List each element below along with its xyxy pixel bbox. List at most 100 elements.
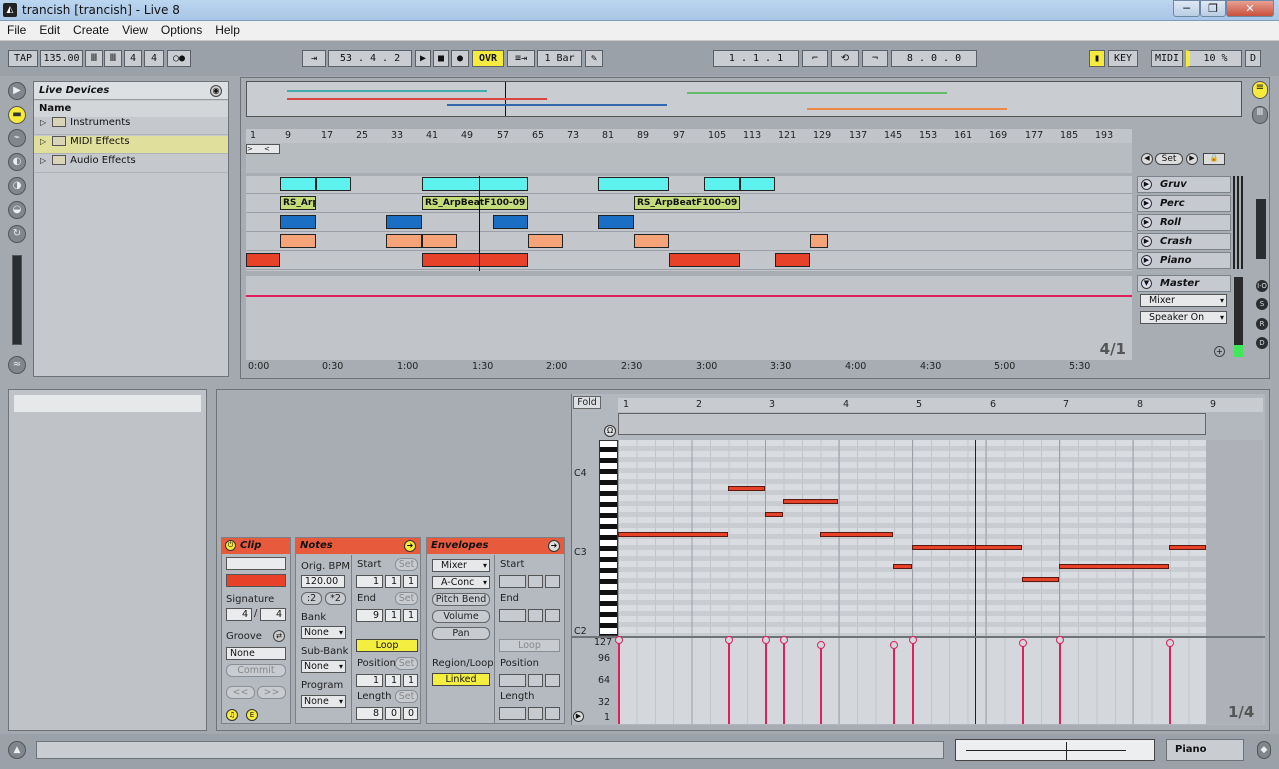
velocity-stem[interactable] bbox=[725, 636, 733, 724]
menu-view[interactable]: View bbox=[115, 21, 154, 37]
midi-note[interactable] bbox=[618, 532, 728, 537]
beat-time-ruler[interactable]: 1 9 17 25 33 41 49 57 65 73 81 89 97 105… bbox=[246, 129, 1132, 143]
clip-sig-numerator[interactable]: 4 bbox=[226, 608, 252, 621]
clip[interactable] bbox=[493, 215, 528, 229]
arrangement-overview[interactable] bbox=[246, 81, 1242, 117]
signature-numerator[interactable]: 4 bbox=[124, 50, 142, 67]
selected-track-indicator[interactable]: Piano bbox=[1166, 739, 1244, 761]
play-arrow-icon[interactable]: ▶ bbox=[1141, 179, 1152, 190]
clip[interactable] bbox=[280, 215, 316, 229]
clip[interactable] bbox=[422, 253, 528, 267]
end-set-button[interactable]: Set bbox=[395, 592, 418, 605]
menu-edit[interactable]: Edit bbox=[32, 21, 66, 37]
clip[interactable] bbox=[386, 234, 422, 248]
velocity-stem[interactable] bbox=[615, 636, 623, 724]
clip[interactable] bbox=[740, 177, 775, 191]
menu-help[interactable]: Help bbox=[208, 21, 246, 37]
track-header-perc[interactable]: ▶ Perc bbox=[1137, 195, 1231, 212]
clip[interactable] bbox=[528, 234, 563, 248]
close-button[interactable]: ✕ bbox=[1226, 0, 1274, 17]
clip[interactable] bbox=[422, 177, 528, 191]
play-arrow-icon[interactable]: ▶ bbox=[1141, 198, 1152, 209]
play-arrow-icon[interactable]: ▶ bbox=[1141, 217, 1152, 228]
master-lane[interactable]: 4/1 bbox=[246, 276, 1132, 360]
pitch-bend-button[interactable]: Pitch Bend bbox=[432, 593, 490, 606]
env-loop-button[interactable]: Loop bbox=[499, 639, 560, 652]
start-beat[interactable]: 1 bbox=[385, 575, 401, 588]
track-header-roll[interactable]: ▶ Roll bbox=[1137, 214, 1231, 231]
locator-lane[interactable]: > < bbox=[246, 143, 1132, 173]
record-button[interactable]: ● bbox=[451, 50, 469, 67]
start-set-button[interactable]: Set bbox=[395, 558, 418, 571]
subbank-select[interactable]: None bbox=[301, 660, 346, 673]
clip[interactable]: RS_ArpBeatF100-09 bbox=[422, 196, 528, 210]
envelopes-toggle-icon[interactable]: E bbox=[246, 709, 258, 721]
places-icon-2[interactable]: ◑ bbox=[8, 177, 26, 195]
track-lane-crash[interactable] bbox=[246, 233, 1132, 251]
notes-toggle-icon[interactable]: ♫ bbox=[226, 709, 238, 721]
clip[interactable]: RS_ArpBeatF100-09 bbox=[634, 196, 740, 210]
loop-length-field[interactable]: 8 . 0 . 0 bbox=[891, 50, 977, 67]
lock-icon[interactable]: 🔒 bbox=[1203, 153, 1225, 165]
velocity-stem[interactable] bbox=[780, 636, 788, 724]
track-header-piano[interactable]: ▶ Piano bbox=[1137, 252, 1231, 269]
length-set-button[interactable]: Set bbox=[395, 690, 418, 703]
clip[interactable] bbox=[634, 234, 669, 248]
draw-mode-icon[interactable]: ✎ bbox=[585, 50, 603, 67]
clip[interactable] bbox=[598, 177, 669, 191]
track-lanes[interactable]: RS_Arp RS_ArpBeatF100-09 RS_ArpBeatF100-… bbox=[246, 176, 1132, 271]
half-tempo-button[interactable]: :2 bbox=[301, 592, 322, 605]
midi-map-button[interactable]: MIDI bbox=[1151, 50, 1183, 67]
play-arrow-icon[interactable]: ▶ bbox=[1141, 236, 1152, 247]
midi-note[interactable] bbox=[728, 486, 765, 491]
end-beat[interactable]: 1 bbox=[385, 609, 401, 622]
delay-toggle-icon[interactable]: D bbox=[1256, 337, 1268, 349]
menu-file[interactable]: File bbox=[0, 21, 32, 37]
song-position-field[interactable]: 53 . 4 . 2 bbox=[328, 50, 412, 67]
browser-item-instruments[interactable]: ▷ Instruments bbox=[34, 117, 228, 135]
browser-item-midi-effects[interactable]: ▷ MIDI Effects bbox=[34, 136, 228, 154]
end-sixteenth[interactable]: 1 bbox=[403, 609, 418, 622]
next-clip-button[interactable]: >> bbox=[257, 686, 286, 699]
menu-create[interactable]: Create bbox=[66, 21, 115, 37]
master-speaker-select[interactable]: Speaker On bbox=[1140, 311, 1227, 324]
velocity-lane[interactable] bbox=[615, 636, 1206, 724]
midi-note[interactable] bbox=[1022, 577, 1059, 582]
velocity-stem[interactable] bbox=[1056, 636, 1064, 724]
track-header-crash[interactable]: ▶ Crash bbox=[1137, 233, 1231, 250]
groove-select[interactable]: None bbox=[226, 647, 286, 660]
program-select[interactable]: None bbox=[301, 695, 346, 708]
nudge-up-button[interactable]: Ⅲ bbox=[104, 50, 122, 67]
clip[interactable] bbox=[669, 253, 740, 267]
plugin-icon[interactable]: ⌁ bbox=[8, 129, 26, 147]
length-sixteenth[interactable]: 0 bbox=[403, 707, 418, 720]
linked-button[interactable]: Linked bbox=[432, 673, 490, 686]
time-ruler[interactable]: 0:00 0:30 1:00 1:30 2:00 2:30 3:00 3:30 … bbox=[246, 361, 1132, 375]
browser-search-icon[interactable]: ◉ bbox=[210, 85, 222, 97]
signature-denominator[interactable]: 4 bbox=[144, 50, 164, 67]
commit-button[interactable]: Commit bbox=[226, 664, 286, 677]
follow-button[interactable]: ⇥ bbox=[302, 50, 326, 67]
plugin-devices-icon[interactable]: ▬ bbox=[8, 106, 26, 124]
track-header-gruv[interactable]: ▶ Gruv bbox=[1137, 176, 1231, 193]
midi-note[interactable] bbox=[1059, 564, 1169, 569]
piano-keyboard[interactable] bbox=[599, 440, 618, 636]
envelopes-expand-icon[interactable]: ➜ bbox=[548, 540, 560, 552]
clip[interactable] bbox=[422, 234, 457, 248]
overdub-button[interactable]: OVR bbox=[472, 50, 504, 67]
clip-sig-denominator[interactable]: 4 bbox=[260, 608, 286, 621]
menu-options[interactable]: Options bbox=[154, 21, 208, 37]
clip[interactable] bbox=[775, 253, 810, 267]
quantize-menu-icon[interactable]: ≡⇥ bbox=[507, 50, 535, 67]
midi-note[interactable] bbox=[783, 499, 838, 504]
clip[interactable] bbox=[704, 177, 740, 191]
clip-overview-mini[interactable] bbox=[955, 739, 1155, 761]
orig-bpm-field[interactable]: 120.00 bbox=[301, 575, 345, 588]
start-bar[interactable]: 1 bbox=[356, 575, 383, 588]
midi-note[interactable] bbox=[765, 512, 783, 517]
next-locator-icon[interactable]: ▶ bbox=[1186, 153, 1198, 165]
io-toggle-icon[interactable]: I·O bbox=[1256, 280, 1268, 292]
tempo-field[interactable]: 135.00 bbox=[40, 50, 83, 67]
minimize-button[interactable]: ─ bbox=[1173, 0, 1200, 17]
loop-brace[interactable]: > < bbox=[246, 144, 280, 154]
